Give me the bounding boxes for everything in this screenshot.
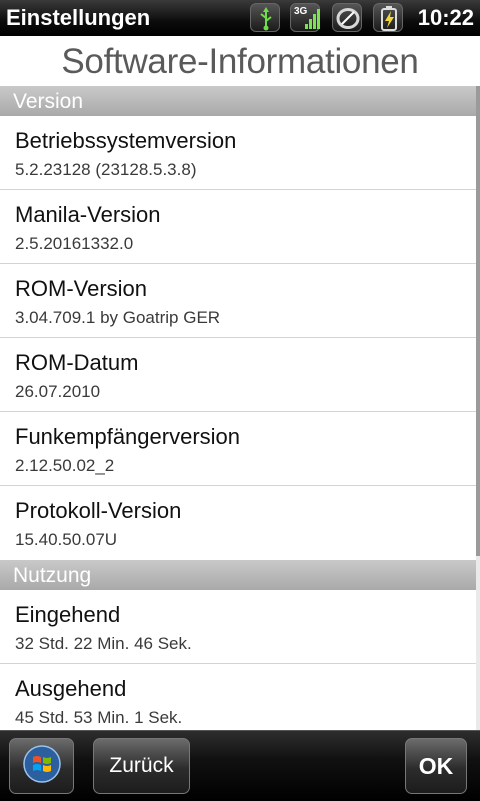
status-bar: Einstellungen 3G 10:22 (0, 0, 480, 36)
item-value: 26.07.2010 (15, 382, 101, 401)
section-header-usage: Nutzung (0, 560, 476, 590)
settings-list[interactable]: Version Betriebssystemversion 5.2.23128 … (0, 86, 476, 730)
page-title: Software-Informationen (61, 42, 419, 81)
section-header-version: Version (0, 86, 476, 116)
scrollbar-thumb[interactable] (476, 86, 480, 556)
item-label: Protokoll-Version (15, 498, 182, 523)
item-value: 5.2.23128 (23128.5.3.8) (15, 160, 197, 179)
status-bar-title: Einstellungen (6, 5, 151, 30)
signal-3g-icon[interactable]: 3G (290, 3, 320, 32)
item-value: 15.40.50.07U (15, 530, 118, 549)
item-label: Eingehend (15, 602, 121, 627)
ok-button[interactable]: OK (405, 738, 467, 794)
item-label: Funkempfängerversion (15, 424, 241, 449)
item-value: 2.5.20161332.0 (15, 234, 134, 253)
item-label: Betriebssystemversion (15, 128, 237, 153)
list-item-outgoing[interactable]: Ausgehend 45 Std. 53 Min. 1 Sek. (0, 664, 476, 730)
list-item-manila-version[interactable]: Manila-Version 2.5.20161332.0 (0, 190, 476, 264)
item-label: Manila-Version (15, 202, 161, 227)
battery-charging-icon[interactable] (373, 3, 403, 32)
item-label: Ausgehend (15, 676, 127, 701)
list-item-rom-date[interactable]: ROM-Datum 26.07.2010 (0, 338, 476, 412)
item-value: 32 Std. 22 Min. 46 Sek. (15, 634, 192, 653)
network-type-label: 3G (294, 6, 308, 17)
page-header: Software-Informationen (0, 36, 480, 86)
data-sync-icon[interactable] (332, 3, 362, 32)
item-label: ROM-Datum (15, 350, 139, 375)
item-value: 45 Std. 53 Min. 1 Sek. (15, 708, 183, 727)
list-item-incoming[interactable]: Eingehend 32 Std. 22 Min. 46 Sek. (0, 590, 476, 664)
item-label: ROM-Version (15, 276, 148, 301)
start-button[interactable] (9, 738, 74, 794)
back-button[interactable]: Zurück (93, 738, 190, 794)
list-item-radio-version[interactable]: Funkempfängerversion 2.12.50.02_2 (0, 412, 476, 486)
list-item-protocol-version[interactable]: Protokoll-Version 15.40.50.07U (0, 486, 476, 560)
status-bar-time: 10:22 (417, 5, 474, 30)
usb-icon[interactable] (250, 3, 280, 32)
list-item-rom-version[interactable]: ROM-Version 3.04.709.1 by Goatrip GER (0, 264, 476, 338)
windows-start-icon (22, 744, 62, 789)
list-item-os-version[interactable]: Betriebssystemversion 5.2.23128 (23128.5… (0, 116, 476, 190)
item-value: 3.04.709.1 by Goatrip GER (15, 308, 221, 327)
bottom-bar: Zurück OK (0, 730, 480, 801)
item-value: 2.12.50.02_2 (15, 456, 115, 475)
